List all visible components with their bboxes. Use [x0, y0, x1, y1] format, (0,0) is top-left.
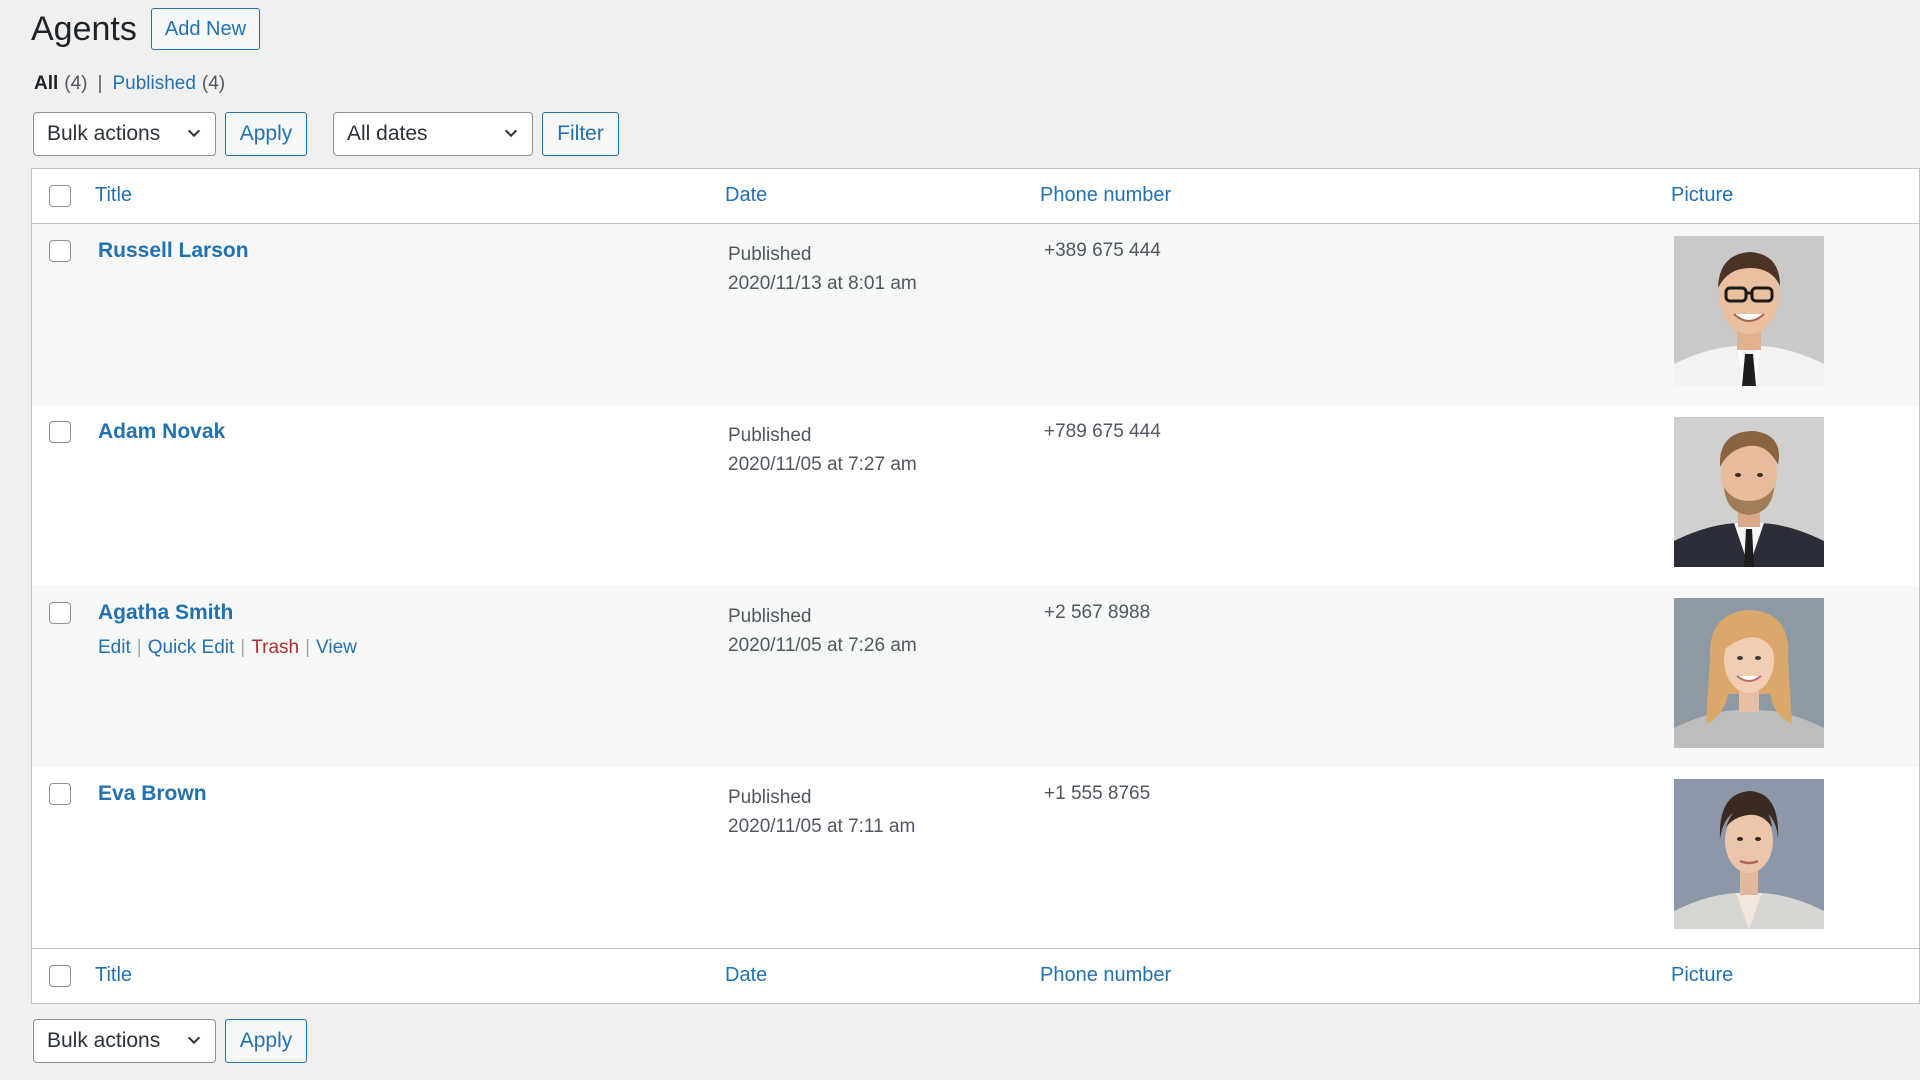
- dates-filter-value: All dates: [347, 122, 428, 145]
- woman-dark-hair-photo: [1674, 779, 1824, 929]
- table-row: Agatha Smith Edit | Quick Edit | Trash |…: [32, 586, 1919, 767]
- bulk-actions-select-bottom[interactable]: Bulk actions: [33, 1019, 216, 1063]
- table-row: Adam Novak Published 2020/11/05 at 7:27 …: [32, 405, 1919, 586]
- row-date-value: 2020/11/05 at 7:11 am: [728, 816, 916, 837]
- row-title-link[interactable]: Eva Brown: [98, 782, 207, 806]
- column-title-sort-footer[interactable]: Title: [95, 964, 132, 987]
- row-checkbox[interactable]: [49, 421, 71, 443]
- table-footer: Title Date Phone number Picture: [32, 948, 1919, 1003]
- select-all-checkbox[interactable]: [49, 185, 71, 207]
- row-actions: Edit | Quick Edit | Trash | View: [98, 637, 357, 659]
- row-phone: +2 567 8988: [1044, 602, 1151, 623]
- row-action-divider: |: [305, 637, 311, 658]
- column-date-sort-footer[interactable]: Date: [725, 964, 767, 987]
- row-status: Published: [728, 787, 812, 808]
- row-status: Published: [728, 244, 812, 265]
- row-status: Published: [728, 606, 812, 627]
- column-phone-sort[interactable]: Phone number: [1040, 184, 1171, 207]
- row-date: Published 2020/11/13 at 8:01 am: [728, 240, 917, 298]
- view-published-count: (4): [201, 73, 226, 94]
- chevron-down-icon: [187, 1036, 201, 1045]
- table-header: Title Date Phone number Picture: [32, 169, 1919, 224]
- apply-button-top[interactable]: Apply: [225, 112, 307, 156]
- apply-button-bottom[interactable]: Apply: [225, 1019, 307, 1063]
- row-checkbox[interactable]: [49, 240, 71, 262]
- man-beard-photo: [1674, 417, 1824, 567]
- filter-button[interactable]: Filter: [542, 112, 619, 156]
- row-date-value: 2020/11/05 at 7:27 am: [728, 454, 917, 475]
- column-picture-sort-footer[interactable]: Picture: [1671, 964, 1733, 987]
- row-date-value: 2020/11/05 at 7:26 am: [728, 635, 917, 656]
- table-row: Eva Brown Published 2020/11/05 at 7:11 a…: [32, 767, 1919, 948]
- woman-blonde-photo: [1674, 598, 1824, 748]
- dates-filter-select[interactable]: All dates: [333, 112, 533, 156]
- bulk-actions-select-top[interactable]: Bulk actions: [33, 112, 216, 156]
- column-date-sort[interactable]: Date: [725, 184, 767, 207]
- chevron-down-icon: [187, 129, 201, 138]
- row-action-view[interactable]: View: [316, 637, 357, 659]
- man-glasses-photo: [1674, 236, 1824, 386]
- row-action-divider: |: [136, 637, 142, 658]
- bulk-actions-value: Bulk actions: [47, 122, 161, 145]
- add-new-button[interactable]: Add New: [150, 8, 261, 50]
- row-phone: +389 675 444: [1044, 240, 1161, 261]
- row-phone: +789 675 444: [1044, 421, 1161, 442]
- view-filters: All (4) | Published (4): [34, 73, 225, 95]
- view-separator: |: [97, 73, 103, 94]
- row-checkbox[interactable]: [49, 783, 71, 805]
- column-phone-sort-footer[interactable]: Phone number: [1040, 964, 1171, 987]
- chevron-down-icon: [504, 129, 518, 138]
- row-title-link[interactable]: Agatha Smith: [98, 601, 233, 625]
- row-action-quick-edit[interactable]: Quick Edit: [148, 637, 235, 659]
- row-date: Published 2020/11/05 at 7:11 am: [728, 783, 915, 841]
- view-all-count: (4): [64, 73, 88, 94]
- row-phone: +1 555 8765: [1044, 783, 1151, 804]
- row-date: Published 2020/11/05 at 7:27 am: [728, 421, 917, 479]
- row-checkbox[interactable]: [49, 602, 71, 624]
- select-all-checkbox-footer[interactable]: [49, 965, 71, 987]
- title-row: Agents Add New: [31, 8, 261, 50]
- row-action-divider: |: [240, 637, 246, 658]
- view-all-link[interactable]: All: [34, 73, 58, 95]
- view-published-link[interactable]: Published: [112, 73, 195, 95]
- table-row: Russell Larson Published 2020/11/13 at 8…: [32, 224, 1919, 405]
- agents-table: Title Date Phone number Picture Russell …: [31, 168, 1920, 1004]
- column-title-sort[interactable]: Title: [95, 184, 132, 207]
- row-date-value: 2020/11/13 at 8:01 am: [728, 273, 917, 294]
- row-title-link[interactable]: Adam Novak: [98, 420, 225, 444]
- row-action-trash[interactable]: Trash: [251, 637, 299, 659]
- bulk-actions-value: Bulk actions: [47, 1029, 161, 1052]
- page-title: Agents: [31, 10, 137, 48]
- row-date: Published 2020/11/05 at 7:26 am: [728, 602, 917, 660]
- row-title-link[interactable]: Russell Larson: [98, 239, 249, 263]
- column-picture-sort[interactable]: Picture: [1671, 184, 1733, 207]
- row-status: Published: [728, 425, 812, 446]
- row-action-edit[interactable]: Edit: [98, 637, 131, 659]
